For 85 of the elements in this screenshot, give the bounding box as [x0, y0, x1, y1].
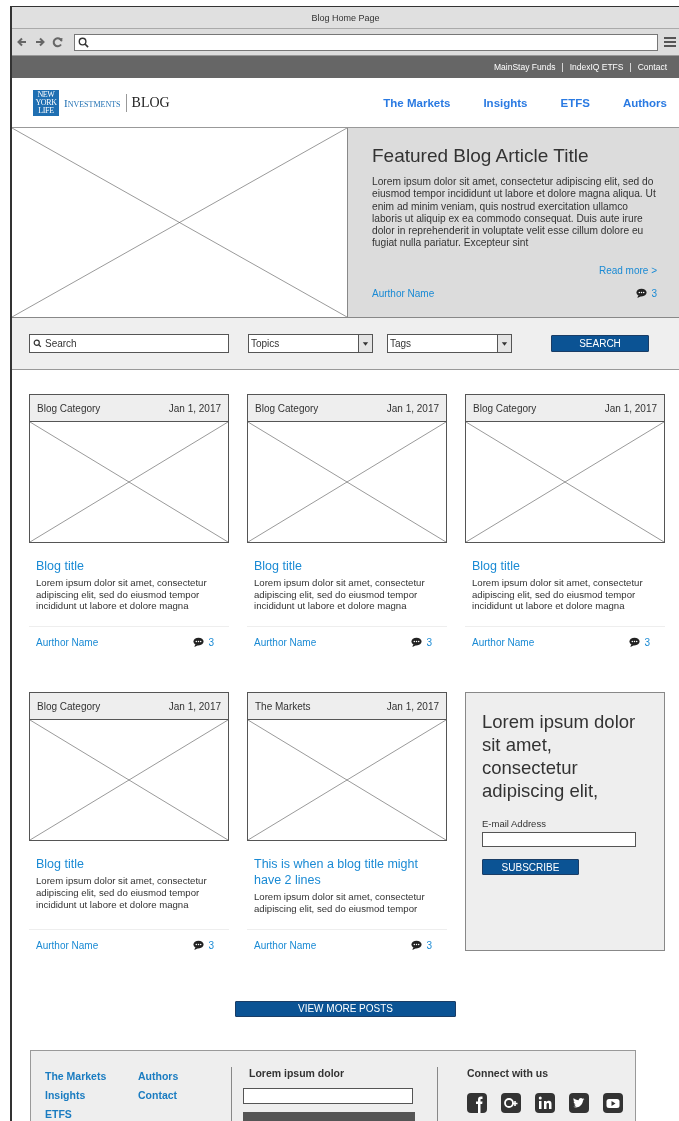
author-link[interactable]: Aurthor Name [372, 287, 435, 299]
field-label: E-mail Address [482, 818, 546, 830]
google-plus-icon[interactable] [501, 1092, 521, 1113]
post-category: Blog Category [37, 402, 101, 414]
back-icon[interactable] [16, 36, 28, 48]
search-field[interactable]: Search [29, 334, 229, 353]
signup-button[interactable] [243, 1111, 415, 1121]
comment-icon [636, 287, 648, 299]
separator: | [561, 62, 564, 72]
facebook-icon[interactable] [467, 1092, 487, 1113]
author-link[interactable]: Aurthor Name [254, 637, 317, 649]
separator: | [629, 62, 632, 72]
footer-link[interactable]: The Markets [45, 1069, 138, 1083]
footer-link[interactable]: Insights [45, 1088, 138, 1102]
post-category: Blog Category [473, 402, 537, 414]
post-date: Jan 1, 2017 [168, 402, 221, 414]
post-title[interactable]: This is when a blog title might have 2 lines [254, 856, 440, 889]
author-link[interactable]: Aurthor Name [472, 637, 535, 649]
comment-count[interactable]: 3 [208, 637, 214, 649]
post-date: Jan 1, 2017 [604, 402, 657, 414]
comment-count[interactable]: 3 [644, 637, 650, 649]
search-icon [78, 36, 89, 48]
post-excerpt: Lorem ipsum dolor sit amet, consectetur adipiscing elit, sed do eiusmod tempor incididunt ut labore et dolore magna [36, 577, 208, 613]
forward-icon[interactable] [34, 36, 46, 48]
logo-wordmark: Investments [64, 93, 127, 112]
caret-icon [362, 340, 369, 347]
post-date: Jan 1, 2017 [386, 402, 439, 414]
footer-link[interactable]: ETFS [45, 1107, 138, 1121]
footer-heading: Lorem ipsum dolor [249, 1066, 346, 1079]
featured-title[interactable]: Featured Blog Article Title [372, 145, 657, 167]
view-more-button[interactable]: VIEW MORE POSTS [235, 1000, 456, 1017]
comment-count[interactable]: 3 [208, 939, 214, 951]
utility-link[interactable]: IndexIQ ETFS [569, 62, 624, 72]
footer-heading: Connect with us [467, 1066, 550, 1079]
utility-link[interactable]: Contact [637, 62, 667, 72]
comment-icon [411, 637, 423, 649]
footer-link[interactable]: Authors [138, 1069, 231, 1083]
nav-link[interactable]: The Markets [383, 96, 451, 109]
post-category: Blog Category [255, 402, 319, 414]
window-title: Blog Home Page [311, 12, 380, 23]
email-field[interactable] [482, 832, 636, 848]
comment-icon [193, 939, 205, 951]
post-title[interactable]: Blog title [254, 558, 440, 574]
logo-mark: NEW YORK LIFE [33, 89, 59, 116]
comment-count[interactable]: 3 [426, 637, 432, 649]
reload-icon[interactable] [52, 36, 64, 48]
read-more-link[interactable]: Read more > [598, 264, 657, 276]
nav-link[interactable]: ETFS [560, 96, 590, 109]
search-button[interactable]: SEARCH [551, 335, 649, 352]
post-excerpt: Lorem ipsum dolor sit amet, consectetur adipiscing elit, sed do eiusmod tempor [254, 891, 426, 915]
comment-icon [193, 637, 205, 649]
dropdown[interactable]: Tags [387, 334, 512, 353]
featured-excerpt: Lorem ipsum dolor sit amet, consectetur adipiscing elit, sed do eiusmod tempor incididunt ut labore et dolore magna aliqua. Ut enim ad minim veniam, quis nostrud exercitation ullamco laboris ut aliquip ex ea commodo consequat. Duis aute irure dolor in reprehenderit in voluptate velit esse cillum dolore eu fugiat nulla pariatur. Excepteur sint [372, 176, 657, 250]
signup-field[interactable] [243, 1087, 413, 1104]
author-link[interactable]: Aurthor Name [36, 939, 99, 951]
post-excerpt: Lorem ipsum dolor sit amet, consectetur adipiscing elit, sed do eiusmod tempor incididunt ut labore et dolore magna [472, 577, 644, 613]
twitter-icon[interactable] [569, 1092, 589, 1113]
linkedin-icon[interactable] [535, 1092, 555, 1113]
post-excerpt: Lorem ipsum dolor sit amet, consectetur adipiscing elit, sed do eiusmod tempor incididunt ut labore et dolore magna [254, 577, 426, 613]
logo-product: BLOG [131, 94, 170, 111]
comment-icon [411, 939, 423, 951]
comment-count[interactable]: 3 [426, 939, 432, 951]
footer-link[interactable]: Contact [138, 1088, 231, 1102]
utility-link[interactable]: MainStay Funds [494, 62, 556, 72]
comment-icon [629, 637, 641, 649]
post-category: The Markets [255, 700, 311, 712]
author-link[interactable]: Aurthor Name [254, 939, 317, 951]
post-excerpt: Lorem ipsum dolor sit amet, consectetur adipiscing elit, sed do eiusmod tempor incididunt ut labore et dolore magna [36, 875, 208, 911]
dropdown[interactable]: Topics [248, 334, 373, 353]
caret-icon [501, 340, 508, 347]
author-link[interactable]: Aurthor Name [36, 637, 99, 649]
post-title[interactable]: Blog title [472, 558, 658, 574]
post-title[interactable]: Blog title [36, 856, 222, 873]
post-title[interactable]: Blog title [36, 558, 222, 574]
nav-link[interactable]: Authors [622, 96, 667, 109]
video-icon[interactable] [603, 1092, 623, 1113]
subscribe-button[interactable]: SUBSCRIBE [482, 859, 579, 876]
comment-count[interactable]: 3 [651, 287, 657, 299]
menu-icon[interactable] [664, 36, 676, 48]
address-field[interactable] [74, 33, 658, 51]
post-category: Blog Category [37, 700, 101, 712]
post-date: Jan 1, 2017 [386, 700, 439, 712]
post-date: Jan 1, 2017 [168, 700, 221, 712]
nav-link[interactable]: Insights [483, 96, 528, 109]
subscribe-heading: Lorem ipsum dolor sit amet, consectetur adipiscing elit, [482, 710, 637, 803]
